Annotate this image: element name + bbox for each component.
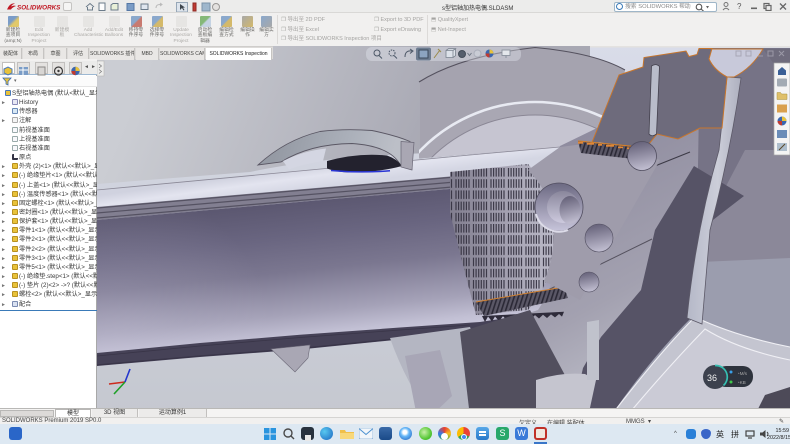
svg-text:36: 36 [707,373,717,383]
svg-text:SOLIDWORKS: SOLIDWORKS [17,5,61,12]
svg-text:◔KB: ◔KB [737,380,746,385]
svg-text:?: ? [737,2,742,11]
svg-text:◔M/s: ◔M/s [737,371,748,376]
